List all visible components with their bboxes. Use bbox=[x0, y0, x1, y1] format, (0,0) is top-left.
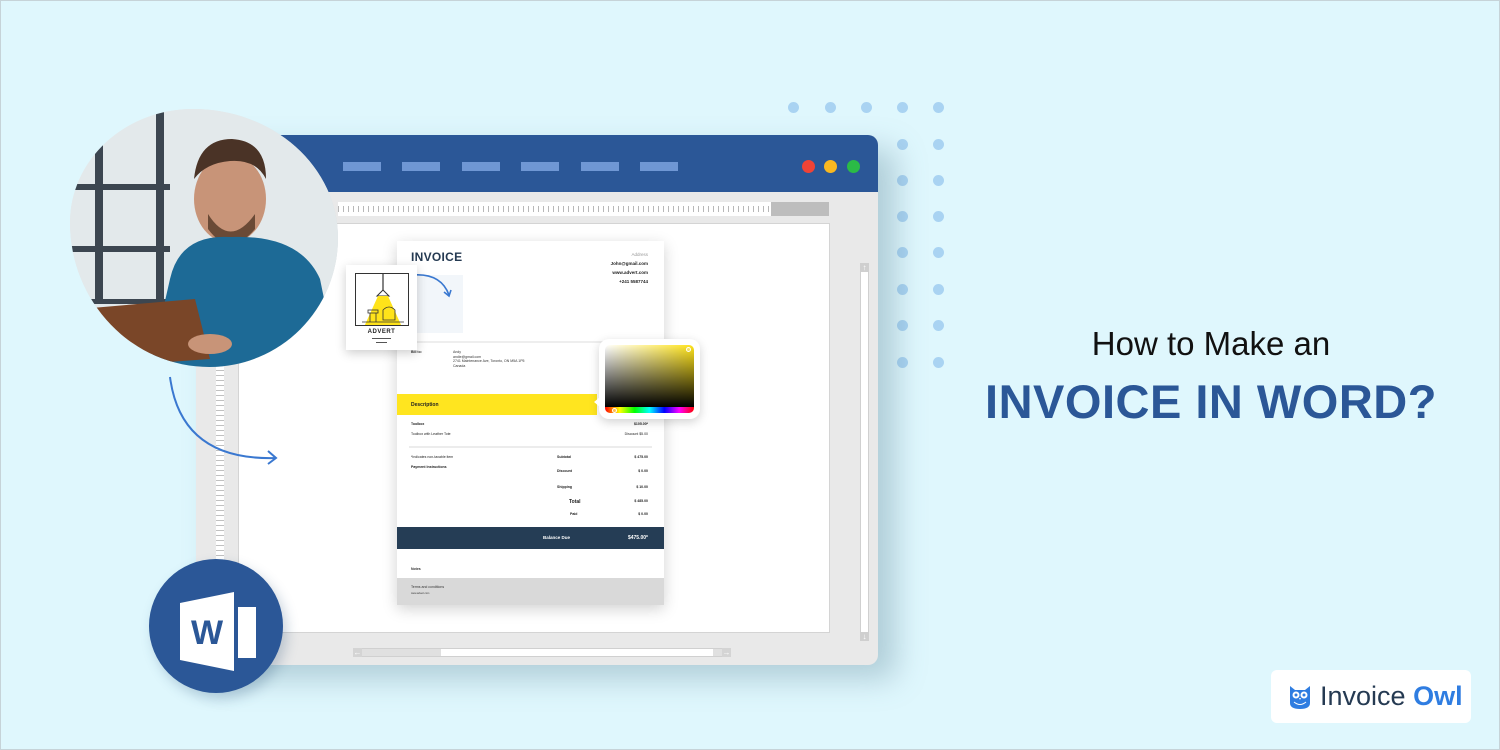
menu-item-5[interactable] bbox=[581, 162, 619, 171]
decorative-dot bbox=[897, 284, 908, 295]
brand-name-part1: Invoice bbox=[1320, 681, 1406, 711]
brand-name-part2: Owl bbox=[1413, 681, 1463, 711]
decorative-dot bbox=[933, 211, 944, 222]
balance-due-label: Balance Due bbox=[543, 535, 571, 540]
picker-pointer bbox=[594, 397, 600, 407]
summary-value-total: $ 485.00 bbox=[634, 499, 648, 503]
decorative-dot bbox=[933, 139, 944, 150]
vertical-scrollbar[interactable]: ↑ ↓ bbox=[860, 263, 869, 641]
decorative-dot bbox=[933, 247, 944, 258]
scroll-right-icon[interactable]: → bbox=[722, 648, 731, 657]
terms-text: www.advert.com bbox=[411, 592, 430, 595]
decorative-dot bbox=[933, 102, 944, 113]
brand-name: Invoice Owl bbox=[1320, 681, 1463, 712]
summary-label: Subtotal bbox=[557, 455, 571, 459]
summary-value: $ 475.00 bbox=[634, 455, 648, 459]
decorative-dot bbox=[933, 175, 944, 186]
decorative-dot bbox=[788, 102, 799, 113]
contact-email: John@gmail.com bbox=[610, 261, 648, 266]
horizontal-scrollbar[interactable]: ← → bbox=[353, 648, 731, 657]
decorative-dot bbox=[897, 102, 908, 113]
menu-item-4[interactable] bbox=[521, 162, 559, 171]
hue-slider[interactable] bbox=[605, 407, 694, 413]
decorative-dot bbox=[897, 175, 908, 186]
headline-line-1: How to Make an bbox=[1091, 325, 1331, 362]
decorative-dot bbox=[861, 102, 872, 113]
owl-icon bbox=[1290, 686, 1310, 709]
lamp-illustration bbox=[355, 273, 409, 326]
payment-instructions: Payment Instructions bbox=[411, 465, 447, 469]
summary-label-total: Total bbox=[569, 499, 581, 505]
maximize-window-button[interactable] bbox=[847, 160, 860, 173]
terms-section: Terms and conditions www.advert.com bbox=[397, 578, 664, 605]
advert-logo-card[interactable]: ADVERT bbox=[346, 265, 417, 350]
bill-to-address: 2741 Maintenance Ave, Toronto, ON M5A 1P… bbox=[453, 359, 525, 363]
horizontal-scroll-thumb[interactable] bbox=[441, 649, 713, 656]
note-text: *Indicates non-taxable item bbox=[411, 455, 454, 459]
menu-item-1[interactable] bbox=[343, 162, 381, 171]
curved-arrow-icon bbox=[169, 376, 278, 465]
divider bbox=[409, 446, 652, 448]
line-item-value: Discount $5.00 bbox=[624, 432, 648, 436]
terms-label: Terms and conditions bbox=[411, 585, 445, 589]
decorative-dot bbox=[825, 102, 836, 113]
color-selector-handle[interactable] bbox=[686, 347, 691, 352]
bill-to-country: Canada bbox=[453, 363, 466, 368]
notes-label: Notes bbox=[411, 567, 421, 571]
bill-to-label: Bill to: bbox=[411, 350, 422, 354]
decorative-dot bbox=[897, 247, 908, 258]
summary-label: Discount bbox=[557, 469, 572, 473]
description-header-bar: Description bbox=[397, 394, 597, 415]
line-item-name: Toolbox bbox=[411, 422, 425, 426]
divider bbox=[372, 338, 391, 339]
contact-phone: +241 5587744 bbox=[619, 279, 648, 284]
scroll-left-icon[interactable]: ← bbox=[353, 648, 362, 657]
horizontal-ruler bbox=[338, 202, 829, 216]
close-window-button[interactable] bbox=[802, 160, 815, 173]
summary-value: $ 10.00 bbox=[636, 485, 648, 489]
microsoft-word-logo: W bbox=[149, 559, 283, 693]
contact-address: Address bbox=[631, 252, 648, 257]
headline-line-2: INVOICE IN WORD? bbox=[985, 375, 1437, 428]
decorative-dot bbox=[897, 211, 908, 222]
summary-label: Shipping bbox=[557, 485, 572, 489]
word-icon: W bbox=[180, 592, 256, 671]
balance-due-bar: Balance Due $475.00* bbox=[397, 527, 664, 549]
summary-label: Paid bbox=[570, 512, 578, 516]
balance-due-value: $475.00* bbox=[627, 535, 648, 541]
word-logo-letter: W bbox=[191, 614, 224, 652]
summary-value: $ 0.00 bbox=[638, 469, 648, 473]
decorative-dot bbox=[933, 284, 944, 295]
line-item-name: Toolbox with Leather Tote bbox=[411, 432, 451, 436]
line-item-value: $105.00* bbox=[633, 422, 648, 426]
summary-value: $ 0.00 bbox=[638, 512, 648, 516]
decorative-dot bbox=[897, 357, 908, 368]
curved-arrow-icon bbox=[412, 274, 452, 298]
invoice-owl-brand[interactable]: Invoice Owl bbox=[1271, 670, 1471, 723]
ruler-margin-marker[interactable] bbox=[771, 202, 829, 216]
minimize-window-button[interactable] bbox=[824, 160, 837, 173]
menu-item-6[interactable] bbox=[640, 162, 678, 171]
description-header: Description bbox=[411, 402, 439, 408]
hue-slider-handle[interactable] bbox=[612, 408, 617, 413]
color-saturation-area[interactable] bbox=[605, 345, 694, 407]
decorative-dot bbox=[933, 320, 944, 331]
decorative-dot bbox=[933, 357, 944, 368]
menu-item-3[interactable] bbox=[462, 162, 500, 171]
contact-website: www.advert.com bbox=[612, 270, 648, 275]
decorative-dot bbox=[897, 139, 908, 150]
scroll-up-icon[interactable]: ↑ bbox=[860, 263, 869, 272]
invoice-title: INVOICE bbox=[411, 250, 463, 264]
advert-label: ADVERT bbox=[367, 329, 396, 335]
scroll-down-icon[interactable]: ↓ bbox=[860, 632, 869, 641]
divider bbox=[376, 342, 387, 343]
invoice-contact: Address John@gmail.com www.advert.com +2… bbox=[611, 250, 648, 286]
decorative-dot bbox=[897, 320, 908, 331]
menu-item-2[interactable] bbox=[402, 162, 440, 171]
color-picker[interactable] bbox=[594, 339, 700, 419]
bill-to-details: Andy andie@gmail.com 2741 Maintenance Av… bbox=[453, 350, 524, 368]
